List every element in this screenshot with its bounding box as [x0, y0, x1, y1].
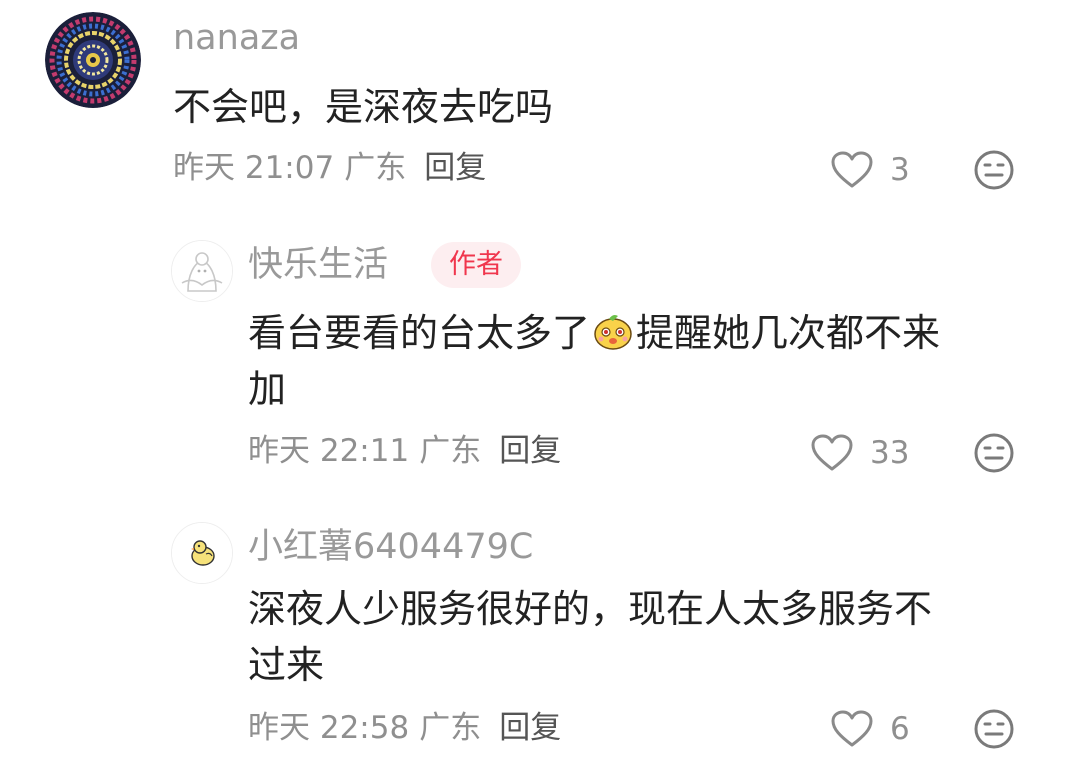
- like-button[interactable]: 3: [830, 148, 910, 192]
- comment-text: 深夜人少服务很好的，现在人太多服务不 过来: [248, 581, 1028, 693]
- heart-outline-icon: [811, 434, 853, 471]
- comment-text-line: 深夜人少服务很好的，现在人太多服务不: [248, 587, 933, 631]
- comment-meta: 昨天 22:11 广东 回复: [248, 431, 561, 471]
- like-count: 3: [890, 152, 910, 188]
- comment-text: 不会吧，是深夜去吃吗: [173, 79, 553, 135]
- comment-meta: 昨天 21:07 广东 回复: [173, 148, 486, 188]
- comment-text-segment: 看台要看的台太多了: [248, 311, 591, 355]
- reply-button[interactable]: 回复: [499, 433, 561, 469]
- comment-location: 广东: [419, 710, 482, 746]
- comment-username[interactable]: 小红薯6404479C: [248, 527, 533, 567]
- avatar-mandala[interactable]: [45, 12, 141, 108]
- comment-meta: 昨天 22:58 广东 回复: [248, 708, 561, 748]
- heart-outline-icon: [831, 151, 873, 188]
- comment-date: 昨天 22:58: [248, 710, 410, 746]
- like-count: 33: [870, 435, 910, 471]
- heart-outline-icon: [831, 710, 873, 747]
- comment-username[interactable]: nanaza: [173, 18, 300, 58]
- avatar-chick[interactable]: [171, 522, 233, 584]
- comment-location: 广东: [419, 433, 482, 469]
- avatar-author[interactable]: [171, 240, 233, 302]
- meh-face-icon[interactable]: [973, 432, 1015, 474]
- author-badge: 作者: [431, 242, 521, 288]
- comment-text-line: 不会吧，是深夜去吃吗: [173, 85, 554, 129]
- reply-button[interactable]: 回复: [424, 150, 486, 186]
- like-button[interactable]: 6: [830, 707, 910, 751]
- comment-text-segment: 提醒她几次都不来: [636, 311, 941, 355]
- comment-location: 广东: [344, 150, 407, 186]
- cute-face-emoji: [594, 315, 632, 350]
- comment-text: 看台要看的台太多了 提醒她几次都不来 加: [248, 305, 1028, 417]
- reply-button[interactable]: 回复: [499, 710, 561, 746]
- meh-face-icon[interactable]: [973, 708, 1015, 750]
- comment-date: 昨天 21:07: [173, 150, 335, 186]
- comment-text-line: 过来: [248, 643, 325, 687]
- comment-username[interactable]: 快乐生活: [248, 245, 388, 285]
- like-count: 6: [890, 711, 910, 747]
- like-button[interactable]: 33: [810, 431, 909, 475]
- meh-face-icon[interactable]: [973, 149, 1015, 191]
- comment-date: 昨天 22:11: [248, 433, 410, 469]
- comment-text-line: 加: [248, 367, 287, 411]
